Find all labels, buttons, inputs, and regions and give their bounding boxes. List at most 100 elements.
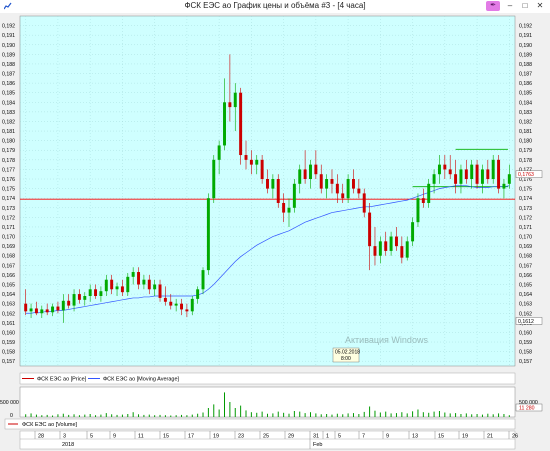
candle-body [486, 169, 490, 180]
y-tick-label-right: 0,172 [519, 215, 532, 221]
y-tick-label-left: 0,167 [2, 263, 15, 269]
candle-body [448, 169, 452, 175]
month-label-2018: 2018 [62, 442, 74, 448]
y-tick-label-left: 0,170 [2, 235, 15, 241]
y-tick-label-left: 0,181 [2, 129, 15, 135]
y-tick-label-right: 0,188 [519, 62, 532, 68]
y-tick-label-right: 0,184 [519, 100, 532, 106]
y-tick-label-right: 0,190 [519, 43, 532, 49]
y-tick-label-left: 0,184 [2, 100, 15, 106]
candle-body [137, 272, 141, 285]
y-tick-label-right: 0,175 [519, 187, 532, 193]
candle-body [405, 241, 409, 258]
y-tick-label-left: 0,165 [2, 282, 15, 288]
y-tick-label-left: 0,163 [2, 302, 15, 308]
y-tick-label-left: 0,158 [2, 350, 15, 356]
candle-body [507, 174, 511, 184]
candle-body [443, 164, 447, 170]
date-tick-label: 3 [63, 434, 66, 440]
volume-pane[interactable] [19, 386, 516, 418]
candle-body [384, 241, 388, 251]
y-tick-label-right: 0,183 [519, 110, 532, 116]
volume-tick-left: 0 [10, 413, 13, 419]
candle-body [29, 308, 33, 312]
y-tick-label-left: 0,187 [2, 72, 15, 78]
y-tick-label-right: 0,159 [519, 340, 532, 346]
candle-body [174, 303, 178, 306]
candle-body [51, 306, 55, 313]
date-tick-label: 29 [288, 434, 294, 440]
candle-body [346, 179, 350, 199]
y-tick-label-left: 0,171 [2, 225, 15, 231]
candle-body [233, 92, 237, 108]
y-tick-label-left: 0,189 [2, 52, 15, 58]
y-tick-label-right: 0,167 [519, 263, 532, 269]
candle-body [94, 289, 98, 296]
price-volume-chart[interactable]: 0,192 0,192 0,191 0,191 0,190 0,190 0,189 0,189… [0, 0, 550, 451]
candle-body [475, 164, 479, 184]
candle-body [298, 169, 302, 184]
candle-body [56, 306, 60, 311]
y-tick-label-left: 0,188 [2, 62, 15, 68]
y-tick-label-right: 0,168 [519, 254, 532, 260]
candle-body [303, 169, 307, 180]
date-tick-label: 31 [313, 434, 319, 440]
candle-body [77, 294, 81, 300]
y-tick-label-right: 0,162 [519, 311, 532, 317]
date-tick-label: 23 [238, 434, 244, 440]
candle-body [432, 174, 436, 184]
volume-tick-left: 500 000 [0, 400, 19, 406]
date-tick-label: 5 [90, 434, 93, 440]
y-tick-label-right: 0,185 [519, 91, 532, 97]
last-price-value: 0,1763 [518, 172, 534, 178]
y-tick-label-left: 0,185 [2, 91, 15, 97]
candle-body [217, 145, 221, 160]
y-tick-label-right: 0,165 [519, 282, 532, 288]
y-tick-label-left: 0,176 [2, 177, 15, 183]
candle-body [185, 309, 189, 312]
candle-body [266, 179, 269, 189]
y-tick-label-left: 0,161 [2, 321, 15, 327]
date-tick-label: 13 [412, 434, 418, 440]
candle-body [110, 279, 114, 290]
date-tick-label: 19 [462, 434, 468, 440]
candle-body [309, 164, 312, 180]
candle-body [276, 179, 280, 203]
candle-body [223, 102, 226, 146]
candle-body [201, 270, 205, 290]
date-tick-label: 11 [138, 434, 144, 440]
y-tick-label-left: 0,174 [2, 196, 15, 202]
y-tick-label-right: 0,174 [519, 196, 532, 202]
y-tick-label-right: 0,164 [519, 292, 532, 298]
candle-body [45, 309, 49, 313]
candle-body [287, 207, 291, 213]
y-tick-label-left: 0,160 [2, 330, 15, 336]
candle-body [454, 174, 458, 184]
candle-body [34, 308, 38, 314]
legend-ma-label: ФСК ЕЭС ао [Moving Average] [103, 377, 180, 383]
date-tick-label: 21 [487, 434, 493, 440]
y-tick-label-left: 0,177 [2, 167, 15, 173]
candle-body [40, 309, 44, 314]
candle-body [319, 174, 323, 189]
y-tick-label-right: 0,171 [519, 225, 532, 231]
candle-body [61, 300, 65, 311]
y-tick-label-right: 0,173 [519, 206, 532, 212]
candle-body [341, 193, 345, 199]
candle-body [126, 276, 130, 293]
y-tick-label-left: 0,175 [2, 187, 15, 193]
y-tick-label-left: 0,166 [2, 273, 15, 279]
candle-body [153, 284, 157, 290]
candle-body [389, 236, 393, 251]
candle-body [83, 296, 87, 300]
y-tick-label-right: 0,178 [519, 158, 532, 164]
y-tick-label-left: 0,186 [2, 81, 15, 87]
candle-body [411, 222, 415, 242]
month-label-feb: Feb [313, 442, 322, 448]
candle-body [180, 303, 183, 310]
candle-body [373, 246, 377, 256]
candle-body [244, 155, 248, 160]
candle-body [400, 246, 404, 258]
candle-body [228, 102, 232, 108]
y-tick-label-right: 0,169 [519, 244, 532, 250]
